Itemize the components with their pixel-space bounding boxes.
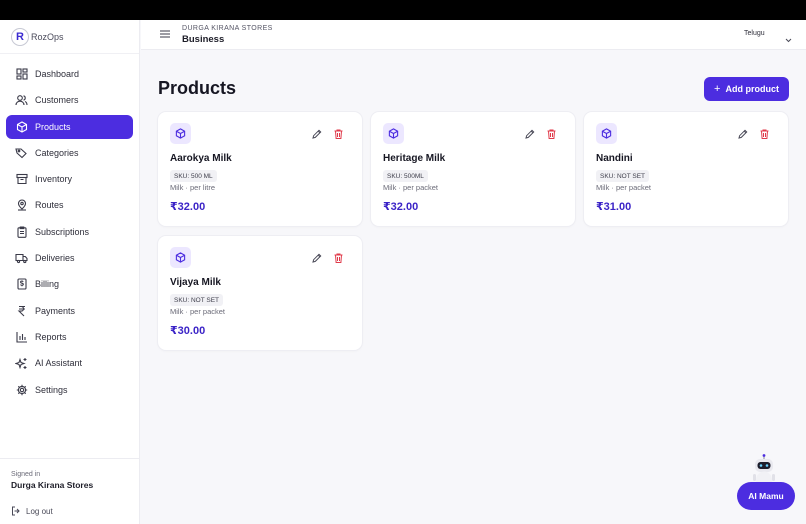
sparkle-icon	[15, 357, 28, 370]
trash-icon[interactable]	[334, 250, 343, 268]
users-icon	[15, 94, 28, 107]
receipt-icon	[15, 278, 28, 291]
hamburger-icon	[160, 25, 170, 43]
product-sku: SKU: NOT SET	[596, 170, 650, 182]
sidebar-item-label: Routes	[35, 200, 64, 211]
sidebar-item-label: Billing	[35, 279, 60, 290]
plus-icon: +	[714, 83, 721, 95]
sidebar-item-categories[interactable]: Categories	[6, 141, 133, 165]
sidebar-item-products[interactable]: Products	[6, 114, 133, 139]
rupee-icon	[15, 304, 28, 317]
box-icon	[383, 123, 404, 144]
sidebar-item-label: Customers	[35, 95, 79, 106]
sidebar-item-dashboard[interactable]: Dashboard	[6, 62, 133, 86]
sidebar-item-payments[interactable]: Payments	[6, 299, 133, 323]
app-window: R RozOps Dashboard Customers Products Ca…	[0, 20, 806, 524]
product-sku: SKU: 500 ML	[170, 170, 217, 182]
product-name: Aarokya Milk	[170, 153, 232, 164]
product-card[interactable]: Nandini SKU: NOT SET Milk · per packet ₹…	[584, 112, 788, 226]
chevron-down-icon[interactable]	[785, 30, 792, 48]
box-icon	[15, 120, 28, 133]
signed-in-panel: Signed in Durga Kirana Stores Log out	[0, 458, 139, 524]
sidebar-item-customers[interactable]: Customers	[6, 88, 133, 112]
logout-icon	[11, 506, 21, 516]
signed-in-name: Durga Kirana Stores	[11, 480, 94, 490]
product-meta: Milk · per litre	[170, 183, 216, 192]
sidebar-item-routes[interactable]: Routes	[6, 193, 133, 217]
sidebar-item-label: Inventory	[35, 174, 73, 185]
sidebar-item-label: Products	[35, 121, 71, 132]
bar-chart-icon	[15, 330, 28, 343]
product-price: ₹31.00	[596, 201, 632, 213]
truck-icon	[15, 252, 28, 265]
product-card[interactable]: Aarokya Milk SKU: 500 ML Milk · per litr…	[158, 112, 362, 226]
box-icon	[596, 123, 617, 144]
sidebar-item-billing[interactable]: Billing	[6, 272, 133, 296]
sidebar-item-label: Dashboard	[35, 69, 80, 79]
logout-label: Log out	[26, 506, 53, 516]
sidebar-nav: Dashboard Customers Products Categories …	[6, 62, 133, 404]
logout-button[interactable]: Log out	[11, 506, 139, 516]
product-name: Nandini	[596, 153, 633, 164]
store-name: DURGA KIRANA STORES	[182, 25, 273, 32]
product-name: Vijaya Milk	[170, 277, 221, 288]
edit-icon[interactable]	[312, 126, 322, 144]
product-card[interactable]: Heritage Milk SKU: 500ML Milk · per pack…	[371, 112, 575, 226]
brand-logo: R	[11, 27, 29, 46]
trash-icon[interactable]	[547, 126, 556, 144]
page-title: Products	[158, 78, 237, 98]
edit-icon[interactable]	[312, 250, 322, 268]
box-icon	[170, 247, 191, 268]
store-type: Business	[182, 34, 225, 45]
sidebar-item-deliveries[interactable]: Deliveries	[6, 246, 133, 270]
archive-icon	[15, 173, 28, 186]
product-price: ₹32.00	[383, 201, 419, 213]
sidebar-item-settings[interactable]: Settings	[6, 378, 133, 402]
add-product-label: Add product	[725, 84, 779, 94]
brand[interactable]: R RozOps	[0, 20, 139, 54]
sidebar-item-label: Subscriptions	[35, 226, 90, 237]
tag-icon	[15, 146, 28, 159]
sidebar-item-label: Categories	[35, 147, 79, 158]
menu-button[interactable]	[159, 28, 171, 40]
ai-mamu-button[interactable]: AI Mamu	[737, 482, 795, 510]
product-sku: SKU: NOT SET	[170, 294, 224, 306]
language-select[interactable]: Telugu	[744, 30, 765, 37]
trash-icon[interactable]	[334, 126, 343, 144]
product-price: ₹32.00	[170, 201, 206, 213]
clipboard-icon	[15, 225, 28, 238]
brand-name: RozOps	[31, 31, 64, 42]
map-pin-icon	[15, 199, 28, 212]
sidebar: R RozOps Dashboard Customers Products Ca…	[0, 20, 140, 524]
product-price: ₹30.00	[170, 325, 206, 337]
box-icon	[170, 123, 191, 144]
product-sku: SKU: 500ML	[383, 170, 428, 182]
sidebar-item-inventory[interactable]: Inventory	[6, 167, 133, 191]
product-meta: Milk · per packet	[383, 183, 439, 192]
add-product-button[interactable]: + Add product	[704, 77, 789, 101]
product-meta: Milk · per packet	[596, 183, 652, 192]
product-name: Heritage Milk	[383, 153, 446, 164]
sidebar-item-label: Deliveries	[35, 253, 75, 264]
signed-in-label: Signed in	[11, 471, 41, 478]
sidebar-item-ai-assistant[interactable]: AI Assistant	[6, 351, 133, 375]
product-card[interactable]: Vijaya Milk SKU: NOT SET Milk · per pack…	[158, 236, 362, 350]
sidebar-item-label: Reports	[35, 331, 67, 342]
sidebar-item-reports[interactable]: Reports	[6, 325, 133, 349]
gear-icon	[15, 383, 28, 396]
trash-icon[interactable]	[760, 126, 769, 144]
edit-icon[interactable]	[525, 126, 535, 144]
sidebar-item-subscriptions[interactable]: Subscriptions	[6, 220, 133, 244]
product-meta: Milk · per packet	[170, 307, 226, 316]
sidebar-item-label: Payments	[35, 305, 76, 316]
top-header: DURGA KIRANA STORES Business Telugu	[141, 20, 806, 50]
sidebar-item-label: AI Assistant	[35, 358, 83, 369]
sidebar-item-label: Settings	[35, 384, 68, 395]
dashboard-icon	[15, 68, 28, 81]
edit-icon[interactable]	[738, 126, 748, 144]
